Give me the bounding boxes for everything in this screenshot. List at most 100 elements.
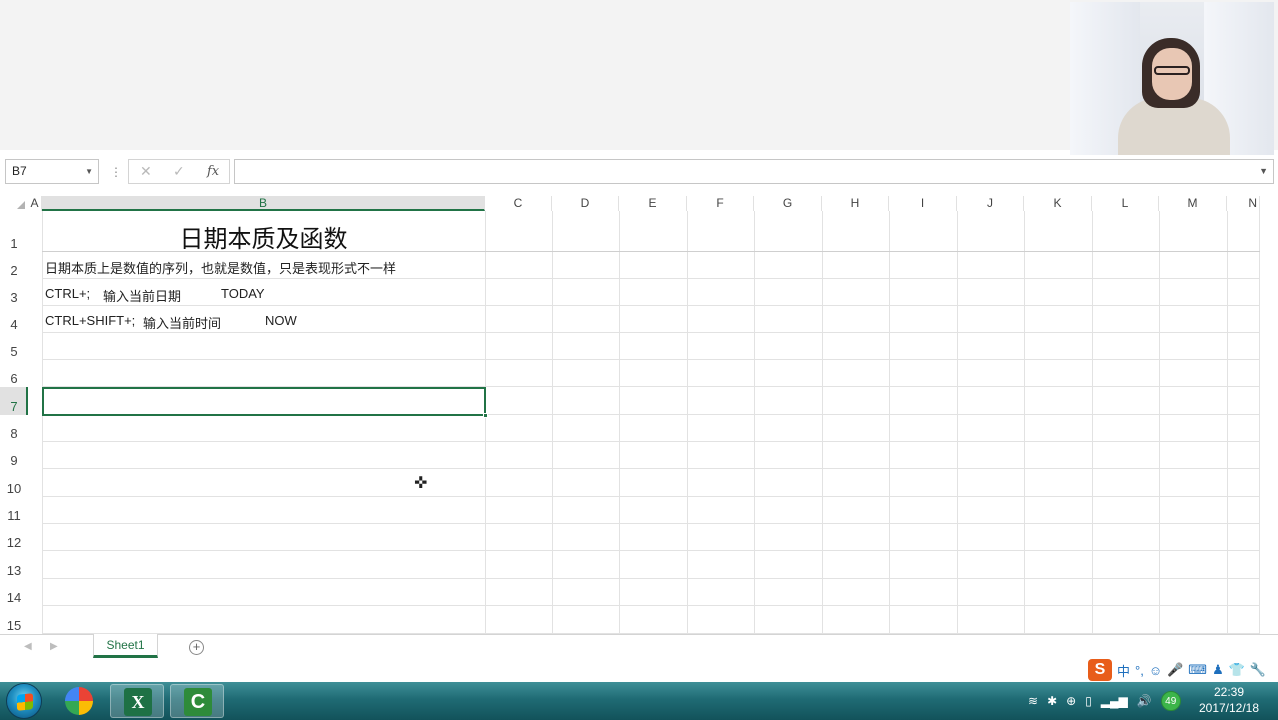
row-header-7[interactable]: 7 <box>0 387 28 415</box>
chevron-down-icon[interactable]: ▼ <box>1259 166 1268 176</box>
gridline <box>889 211 890 634</box>
network-tray-icon[interactable]: ≋ <box>1028 694 1038 708</box>
column-header-b[interactable]: B <box>42 196 485 211</box>
excel-window: { "namebox": { "value": "B7" }, "formula… <box>0 0 1278 720</box>
security-badge[interactable]: 49 <box>1160 691 1181 711</box>
volume-icon[interactable]: 🔊 <box>1137 694 1152 708</box>
cell-b2[interactable]: 日期本质上是数值的序列，也就是数值，只是表现形式不一样 <box>45 258 396 277</box>
gridline <box>42 578 1260 579</box>
cell-b3-shortcut[interactable]: CTRL+; <box>45 286 90 301</box>
column-header-g[interactable]: G <box>754 196 822 211</box>
signal-icon[interactable]: ▂▄▆ <box>1101 694 1128 708</box>
cell-b1-title[interactable]: 日期本质及函数 <box>42 219 485 254</box>
row-header-8[interactable]: 8 <box>0 415 28 442</box>
settings-icon[interactable]: 🔧 <box>1250 662 1266 678</box>
row-header-1[interactable]: 1 <box>0 211 28 252</box>
column-header-f[interactable]: F <box>687 196 754 211</box>
snowflake-icon[interactable]: ✱ <box>1047 694 1057 708</box>
skin-icon[interactable]: 👕 <box>1229 662 1245 678</box>
browser-icon <box>65 687 93 715</box>
cell-b4-shortcut[interactable]: CTRL+SHIFT+; <box>45 313 135 328</box>
tab-sheet1[interactable]: Sheet1 <box>93 634 158 658</box>
formula-input[interactable]: ▼ <box>234 159 1274 184</box>
gridline <box>42 605 1260 606</box>
clock-date: 2017/12/18 <box>1198 701 1260 715</box>
gridline <box>42 211 43 634</box>
column-header-n[interactable]: N <box>1227 196 1260 211</box>
enter-icon[interactable]: ✓ <box>173 163 185 180</box>
cell-b4-desc[interactable]: 输入当前时间 <box>143 313 221 332</box>
gridline <box>1092 211 1093 634</box>
presenter-glasses <box>1154 66 1190 75</box>
gridline <box>42 550 1260 551</box>
name-box-value: B7 <box>12 164 27 178</box>
row-header-3[interactable]: 3 <box>0 279 28 306</box>
row-header-2[interactable]: 2 <box>0 252 28 279</box>
row-header-15[interactable]: 15 <box>0 606 28 634</box>
windows-flag-icon <box>17 693 33 711</box>
row-header-14[interactable]: 14 <box>0 579 28 606</box>
ime-toolbar: S 中 °, ☺ 🎤 ⌨ ♟ 👕 🔧 <box>1086 658 1278 682</box>
formula-bar-grip[interactable]: ⋮ <box>110 163 122 181</box>
taskbar-excel[interactable]: X <box>110 684 164 718</box>
tab-scroll-right-icon[interactable]: ▶ <box>50 641 58 652</box>
active-cell-b7[interactable] <box>42 387 488 418</box>
device-icon[interactable]: ▯ <box>1085 694 1092 708</box>
sogou-logo-icon[interactable]: S <box>1088 659 1112 681</box>
row-header-9[interactable]: 9 <box>0 442 28 469</box>
taskbar-browser[interactable] <box>52 684 106 718</box>
taskbar-recorder[interactable]: C <box>170 684 224 718</box>
gridline <box>957 211 958 634</box>
system-tray: ≋ ✱ ⊕ ▯ ▂▄▆ 🔊 49 <box>1024 682 1204 720</box>
gridline <box>1159 211 1160 634</box>
add-tray-icon[interactable]: ⊕ <box>1066 694 1076 708</box>
cell-b3-desc[interactable]: 输入当前日期 <box>103 286 181 305</box>
row-header-10[interactable]: 10 <box>0 469 28 497</box>
row-header-12[interactable]: 12 <box>0 524 28 551</box>
gridline <box>1259 211 1260 634</box>
column-header-h[interactable]: H <box>822 196 889 211</box>
column-header-m[interactable]: M <box>1159 196 1227 211</box>
cancel-icon[interactable]: ✕ <box>140 163 152 180</box>
gridline <box>42 332 1260 333</box>
chevron-down-icon[interactable]: ▼ <box>85 160 93 183</box>
column-header-d[interactable]: D <box>552 196 619 211</box>
emoji-icon[interactable]: ☺ <box>1149 663 1162 678</box>
select-all-button[interactable] <box>0 196 28 211</box>
add-sheet-icon[interactable]: + <box>189 640 204 655</box>
formula-buttons: ✕ ✓ fx <box>128 159 230 184</box>
cell-b4-func[interactable]: NOW <box>265 313 297 328</box>
column-header-j[interactable]: J <box>957 196 1024 211</box>
gridline <box>42 305 1260 306</box>
row-header-6[interactable]: 6 <box>0 360 28 387</box>
cell-cursor-icon: ✜ <box>414 475 428 492</box>
tab-scroll-left-icon[interactable]: ◀ <box>24 641 32 652</box>
column-header-e[interactable]: E <box>619 196 687 211</box>
name-box[interactable]: B7 ▼ <box>5 159 99 184</box>
row-header-13[interactable]: 13 <box>0 551 28 579</box>
recorder-icon: C <box>184 688 212 716</box>
column-header-l[interactable]: L <box>1092 196 1159 211</box>
insert-function-icon[interactable]: fx <box>207 164 219 179</box>
ime-lang-label[interactable]: 中 <box>1117 661 1130 680</box>
punctuation-icon[interactable]: °, <box>1135 663 1144 678</box>
start-button[interactable] <box>6 683 42 719</box>
cell-grid[interactable]: 日期本质及函数 日期本质上是数值的序列，也就是数值，只是表现形式不一样 CTRL… <box>42 211 1260 634</box>
cell-b3-func[interactable]: TODAY <box>221 286 265 301</box>
column-header-a[interactable]: A <box>28 196 42 211</box>
fill-handle[interactable] <box>483 413 488 418</box>
gridline <box>822 211 823 634</box>
gridline <box>754 211 755 634</box>
column-header-c[interactable]: C <box>485 196 552 211</box>
row-header-11[interactable]: 11 <box>0 497 28 524</box>
microphone-icon[interactable]: 🎤 <box>1167 662 1183 678</box>
keyboard-icon[interactable]: ⌨ <box>1188 662 1207 678</box>
column-header-k[interactable]: K <box>1024 196 1092 211</box>
column-header-i[interactable]: I <box>889 196 957 211</box>
user-icon[interactable]: ♟ <box>1212 662 1224 678</box>
gridline <box>1024 211 1025 634</box>
row-header-4[interactable]: 4 <box>0 306 28 333</box>
row-header-5[interactable]: 5 <box>0 333 28 360</box>
gridline <box>1227 211 1228 634</box>
system-clock[interactable]: 22:39 2017/12/18 <box>1194 684 1264 718</box>
